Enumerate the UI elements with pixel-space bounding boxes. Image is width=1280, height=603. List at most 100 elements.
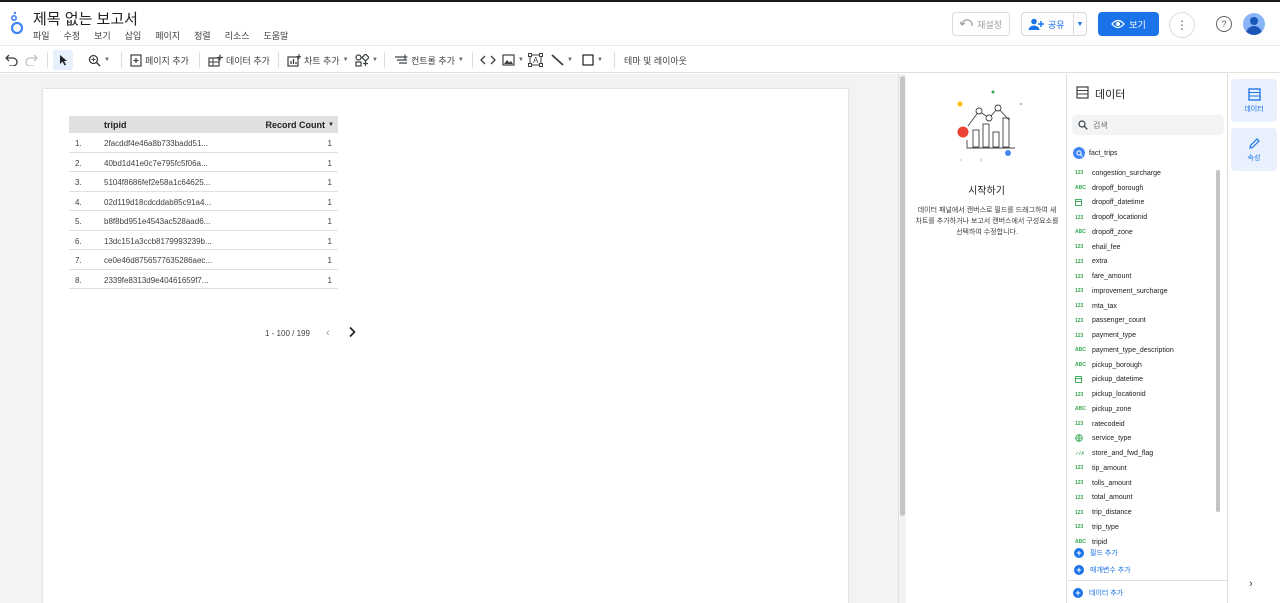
help-icon[interactable]: ? [1216,16,1232,32]
menu-insert[interactable]: 삽입 [125,29,142,42]
table-row[interactable]: 2. 40bd1d41e0c7e795fc5f06a... 1 [69,153,338,172]
field-item[interactable]: ABC pickup_zone [1068,402,1218,417]
field-item[interactable]: 123 trip_distance [1068,505,1218,520]
table-row[interactable]: 1. 2facddf4e46a8b733badd51... 1 [69,133,338,153]
column-header-tripid[interactable]: tripid [104,120,127,130]
data-table[interactable]: tripid Record Count ▼ 1. 2facddf4e46a8b73… [69,116,356,339]
share-main[interactable]: 공유 [1022,13,1074,35]
menu-view[interactable]: 보기 [94,29,111,42]
table-row[interactable]: 9.a1ca2fd7736c011b0ab9d7a...1 [69,289,338,295]
column-header-record-count[interactable]: Record Count ▼ [266,120,334,130]
share-dropdown-icon[interactable]: ▼ [1074,21,1086,28]
line-icon[interactable]: ▼ [551,50,573,70]
field-item[interactable]: 123 payment_type [1068,328,1218,343]
field-item[interactable]: 123 tolls_amount [1068,476,1218,491]
tab-data-label: 데이터 [1244,105,1264,113]
avatar[interactable] [1243,13,1265,35]
field-search[interactable] [1072,115,1224,135]
field-item[interactable]: 123 ehail_fee [1068,240,1218,255]
field-item[interactable]: ABC dropoff_zone [1068,225,1218,240]
field-item[interactable]: 123 dropoff_locationid [1068,210,1218,225]
field-item[interactable]: 123 passenger_count [1068,314,1218,329]
next-page-icon[interactable] [348,325,356,343]
field-item[interactable]: ABC tripid [1068,535,1218,546]
zoom-icon[interactable]: ▼ [88,50,110,70]
looker-studio-logo-icon[interactable] [8,10,26,36]
field-name: trip_type [1092,523,1119,531]
text-box-icon[interactable]: A [528,50,543,70]
number-type-icon: 123 [1075,214,1084,221]
tab-properties[interactable]: 속성 [1231,128,1277,171]
add-data-icon [208,54,223,67]
add-data-source-button[interactable]: + 데이터 추가 [1073,588,1123,598]
data-source[interactable]: fact_trips [1073,147,1117,159]
field-item[interactable]: ABC dropoff_borough [1068,181,1218,196]
field-item[interactable]: ABC pickup_borough [1068,358,1218,373]
search-input[interactable] [1093,120,1213,130]
menu-help[interactable]: 도움말 [264,29,289,42]
field-list-scrollbar[interactable] [1216,170,1220,512]
add-control-button[interactable]: 컨트롤 추가 ▼ [394,50,464,70]
number-type-icon: 123 [1075,170,1084,177]
theme-layout-button[interactable]: 테마 및 레이아웃 [624,50,687,70]
table-row[interactable]: 8. 2339fe8313d9e40461659f7... 1 [69,270,338,289]
undo-icon[interactable] [4,50,18,70]
divider [1068,580,1228,581]
add-page-button[interactable]: 페이지 추가 [130,50,189,70]
calendar-type-icon [1068,198,1092,208]
add-parameter-button[interactable]: + 매개변수 추가 [1074,565,1131,575]
reset-button[interactable]: 재설정 [952,12,1010,36]
report-canvas[interactable]: tripid Record Count ▼ 1. 2facddf4e46a8b73… [0,74,898,603]
menu-edit[interactable]: 수정 [64,29,81,42]
field-item[interactable]: ABC payment_type_description [1068,343,1218,358]
tab-data[interactable]: 데이터 [1231,79,1277,122]
field-item[interactable]: 123 mta_tax [1068,299,1218,314]
report-title[interactable]: 제목 없는 보고서 [33,8,138,29]
more-options-icon[interactable]: ⋮ [1169,12,1195,38]
shape-icon[interactable]: ▼ [582,50,603,70]
table-row[interactable]: 4. 02d119d18cdcddab85c91a4... 1 [69,192,338,211]
field-item[interactable]: 123 extra [1068,255,1218,270]
field-item[interactable]: dropoff_datetime [1068,196,1218,211]
canvas-scrollbar-thumb[interactable] [900,76,905,516]
menu-resource[interactable]: 리소스 [225,29,250,42]
add-field-button[interactable]: + 필드 추가 [1074,548,1118,558]
menu-file[interactable]: 파일 [33,29,50,42]
field-item[interactable]: pickup_datetime [1068,373,1218,388]
report-page[interactable]: tripid Record Count ▼ 1. 2facddf4e46a8b73… [43,89,848,603]
canvas-scrollbar[interactable] [898,74,906,603]
add-chart-button[interactable]: 차트 추가 ▼ [287,50,349,70]
redo-icon[interactable] [25,50,39,70]
field-item[interactable]: 123 tip_amount [1068,461,1218,476]
field-item[interactable]: service_type [1068,432,1218,447]
previous-page-icon[interactable]: ‹ [326,327,330,339]
table-row[interactable]: 5. b8f8bd951e4543ac528aad6... 1 [69,211,338,231]
image-icon[interactable]: ▼ [502,50,524,70]
data-source-name: fact_trips [1089,149,1118,157]
field-item[interactable]: 123 ratecodeid [1068,417,1218,432]
share-button[interactable]: 공유 ▼ [1021,12,1087,36]
community-viz-icon[interactable]: ▼ [355,50,378,70]
sort-descending-icon[interactable]: ▼ [328,122,334,128]
table-row[interactable]: 6. 13dc151a3ccb8179993239b... 1 [69,231,338,250]
embed-code-icon[interactable] [480,50,496,70]
field-item[interactable]: 123 total_amount [1068,491,1218,506]
field-name: payment_type_description [1092,346,1174,354]
field-item[interactable]: ✓/✗ store_and_fwd_flag [1068,446,1218,461]
menu-page[interactable]: 페이지 [155,29,180,42]
field-item[interactable]: 123 pickup_locationid [1068,387,1218,402]
add-data-button[interactable]: 데이터 추가 [208,50,270,70]
field-item[interactable]: 123 fare_amount [1068,269,1218,284]
table-row[interactable]: 3. 5104f8686fef2e58a1c64625... 1 [69,172,338,192]
select-tool-icon[interactable] [53,50,73,70]
field-item[interactable]: 123 trip_type [1068,520,1218,535]
table-row[interactable]: 7. ce0e46d8756577635286aec... 1 [69,250,338,270]
field-item[interactable]: 123 improvement_surcharge [1068,284,1218,299]
chevron-right-icon[interactable]: › [1249,578,1253,590]
field-item[interactable]: 123 congestion_surcharge [1068,166,1218,181]
field-name: improvement_surcharge [1092,287,1168,295]
menu-arrange[interactable]: 정렬 [194,29,211,42]
row-tripid: 2339fe8313d9e40461659f7... [104,275,209,285]
view-button[interactable]: 보기 [1098,12,1159,36]
field-name: ehail_fee [1092,243,1121,251]
